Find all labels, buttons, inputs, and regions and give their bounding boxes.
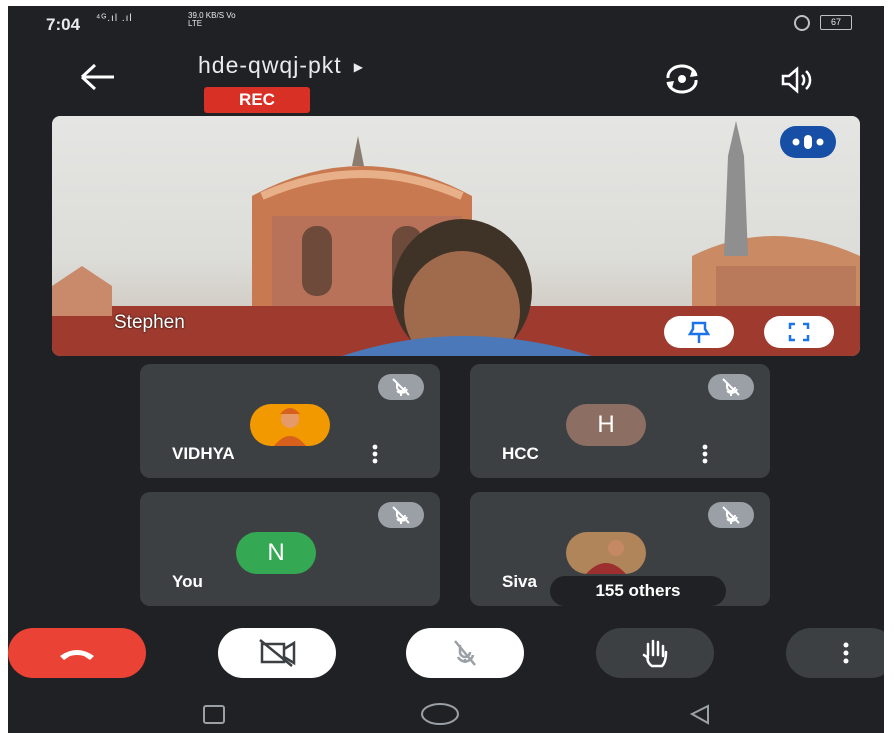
camera-off-icon <box>259 639 296 667</box>
mic-toggle-button[interactable] <box>406 628 524 678</box>
mic-off-icon <box>708 374 754 400</box>
nav-circle-icon[interactable] <box>421 703 459 725</box>
mic-off-icon <box>454 640 476 666</box>
more-vert-icon <box>843 642 849 664</box>
rec-badge: REC <box>204 87 310 113</box>
others-count-chip[interactable]: 155 others <box>550 576 726 606</box>
participant-tile-hcc[interactable]: H HCC <box>470 364 770 478</box>
main-video[interactable]: Stephen <box>52 116 860 356</box>
more-options-button[interactable] <box>786 628 884 678</box>
battery-icon: 67 <box>820 15 852 30</box>
camera-toggle-button[interactable] <box>218 628 336 678</box>
signal-indicator: ⁴ᴳ.ıl .ıl <box>96 13 133 24</box>
avatar: N <box>236 532 316 574</box>
participant-name: HCC <box>502 444 539 463</box>
participant-tile-vidhya[interactable]: VIDHYA <box>140 364 440 478</box>
participant-name: VIDHYA <box>172 444 235 463</box>
back-arrow-icon[interactable] <box>80 62 116 92</box>
net-speed: 39.0 KB/S Vo LTE <box>188 12 238 28</box>
system-nav-bar <box>8 696 884 733</box>
raise-hand-icon <box>642 639 668 668</box>
pin-icon[interactable] <box>664 316 734 348</box>
participant-tile-you[interactable]: N You <box>140 492 440 606</box>
avatar: H <box>566 404 646 446</box>
nav-square-icon[interactable] <box>203 705 225 724</box>
alarm-icon <box>794 15 810 31</box>
mic-off-icon <box>708 502 754 528</box>
mic-off-icon <box>378 502 424 528</box>
mic-off-icon <box>378 374 424 400</box>
status-bar: 7:04 ⁴ᴳ.ıl .ıl 39.0 KB/S Vo LTE 67 <box>8 6 884 38</box>
more-vert-icon[interactable] <box>372 444 378 464</box>
speaker-name: Stephen <box>114 312 185 333</box>
video-options-icon[interactable] <box>780 126 836 158</box>
meeting-code-text: hde-qwqj-pkt <box>198 52 342 78</box>
hang-up-icon <box>60 650 94 660</box>
speaker-icon[interactable] <box>780 66 814 94</box>
chevron-right-icon: ▶ <box>353 59 364 74</box>
flip-camera-icon[interactable] <box>662 64 702 94</box>
avatar <box>250 404 330 446</box>
more-vert-icon[interactable] <box>702 444 708 464</box>
participant-name: Siva <box>502 572 537 591</box>
phone-screen: 7:04 ⁴ᴳ.ıl .ıl 39.0 KB/S Vo LTE 67 hde-q… <box>8 6 884 733</box>
raise-hand-button[interactable] <box>596 628 714 678</box>
fullscreen-icon[interactable] <box>764 316 834 348</box>
participant-name: You <box>172 572 203 591</box>
hang-up-button[interactable] <box>8 628 146 678</box>
avatar <box>566 532 646 574</box>
participant-tile-siva[interactable]: Siva 155 others <box>470 492 770 606</box>
meeting-code[interactable]: hde-qwqj-pkt ▶ <box>198 52 364 79</box>
status-time: 7:04 <box>46 15 81 34</box>
meeting-header: hde-qwqj-pkt ▶ REC <box>8 42 884 113</box>
nav-back-triangle-icon[interactable] <box>689 704 709 725</box>
